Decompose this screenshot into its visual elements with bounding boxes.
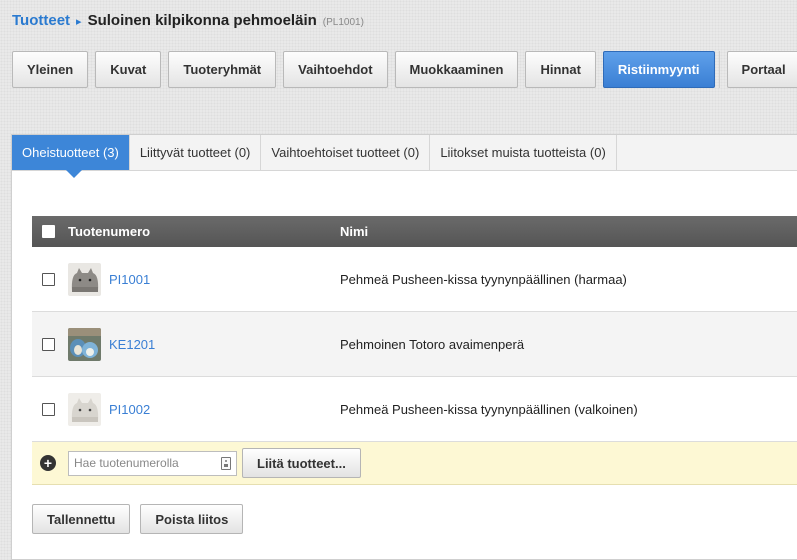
row-checkbox[interactable] [41,272,55,286]
remove-link-button[interactable]: Poista liitos [140,504,244,534]
select-all-checkbox[interactable] [41,225,55,238]
sub-tabs: Oheistuotteet (3) Liittyvät tuotteet (0)… [12,135,797,178]
footer-actions: Tallennettu Poista liitos [32,504,244,534]
header-name: Nimi [340,224,369,239]
breadcrumb-separator-icon: ▸ [76,16,82,28]
tab-hinnat[interactable]: Hinnat [525,51,596,88]
breadcrumb: Tuotteet ▸ Suloinen kilpikonna pehmoeläi… [12,12,364,29]
header-number: Tuotenumero [68,224,151,239]
tab-ristiinmyynti[interactable]: Ristiinmyynti [602,51,715,88]
subtab-liittyvat[interactable]: Liittyvät tuotteet (0) [130,135,262,170]
cross-sell-panel: Oheistuotteet (3) Liittyvät tuotteet (0)… [11,134,797,560]
product-link[interactable]: PI1002 [109,402,150,417]
tab-muokkaaminen[interactable]: Muokkaaminen [394,51,519,88]
tab-yleinen[interactable]: Yleinen [12,51,89,88]
add-circle-icon[interactable]: + [40,455,56,471]
product-code: (PL1001) [322,17,364,28]
products-table: Tuotenumero Nimi PI1001 Pehmeä Pusheen-k… [32,216,797,485]
product-link[interactable]: KE1201 [109,337,155,352]
product-thumbnail-gray-cat [68,262,101,296]
attach-products-button[interactable]: Liitä tuotteet... [242,448,361,478]
product-link[interactable]: PI1001 [109,272,150,287]
table-row: PI1001 Pehmeä Pusheen-kissa tyynynpäälli… [32,247,797,312]
tab-tuoteryhmat[interactable]: Tuoteryhmät [168,51,277,88]
search-wrap [68,450,237,476]
product-thumbnail-white-cat [68,392,101,426]
add-product-row: + Liitä tuotteet... [32,442,797,485]
row-checkbox[interactable] [41,402,55,416]
save-button[interactable]: Tallennettu [32,504,131,534]
tab-portaal[interactable]: Portaal [726,51,797,88]
product-name: Pehmeä Pusheen-kissa tyynynpäällinen (ha… [340,271,627,287]
lookup-icon[interactable] [221,456,231,470]
page-title: Suloinen kilpikonna pehmoeläin [87,12,317,29]
main-tabs: Yleinen Kuvat Tuoteryhmät Vaihtoehdot Mu… [12,51,797,88]
subtab-vaihtoehtoiset[interactable]: Vaihtoehtoiset tuotteet (0) [261,135,431,170]
table-row: PI1002 Pehmeä Pusheen-kissa tyynynpäälli… [32,377,797,442]
subtab-liitokset[interactable]: Liitokset muista tuotteista (0) [430,135,617,170]
tab-vaihtoehdot[interactable]: Vaihtoehdot [283,51,388,88]
tab-divider [718,51,720,88]
tab-kuvat[interactable]: Kuvat [95,51,162,88]
product-name: Pehmeä Pusheen-kissa tyynynpäällinen (va… [340,401,638,417]
table-header: Tuotenumero Nimi [32,216,797,247]
product-name: Pehmoinen Totoro avaimenperä [340,336,525,352]
product-thumbnail-totoro [68,327,101,361]
product-number-search-input[interactable] [68,450,237,476]
table-row: KE1201 Pehmoinen Totoro avaimenperä [32,312,797,377]
row-checkbox[interactable] [41,337,55,351]
subtab-oheistuotteet[interactable]: Oheistuotteet (3) [12,135,130,178]
breadcrumb-products-link[interactable]: Tuotteet [12,12,70,29]
